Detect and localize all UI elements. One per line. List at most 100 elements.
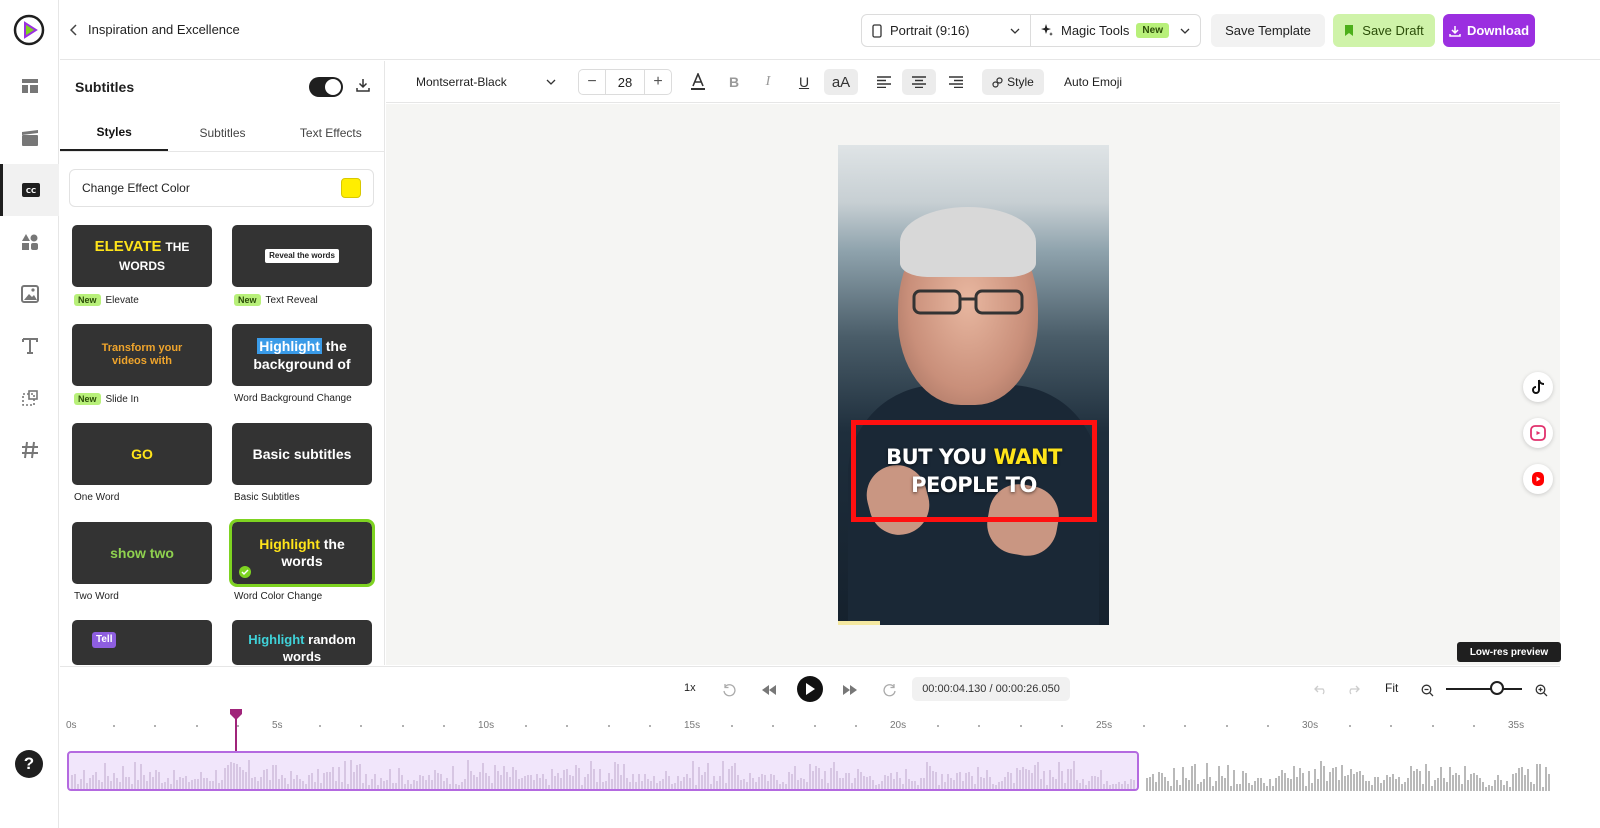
style-button[interactable]: Style bbox=[982, 69, 1044, 95]
zoom-out-icon[interactable] bbox=[1416, 679, 1438, 701]
download-icon[interactable] bbox=[355, 77, 371, 93]
bold-button[interactable]: B bbox=[720, 69, 748, 95]
caption-text[interactable]: BUT YOU WANT PEOPLE TO bbox=[886, 443, 1062, 500]
waveform-bar bbox=[179, 776, 181, 789]
align-left-button[interactable] bbox=[870, 69, 898, 95]
forward-5s-icon[interactable] bbox=[879, 679, 901, 701]
youtube-shorts-icon[interactable] bbox=[1523, 464, 1553, 494]
fit-button[interactable]: Fit bbox=[1385, 681, 1398, 695]
effect-color-swatch[interactable] bbox=[341, 178, 361, 198]
waveform-bar bbox=[578, 768, 580, 789]
aspect-ratio-dropdown[interactable]: Portrait (9:16) bbox=[862, 15, 1031, 46]
waveform-bar bbox=[92, 775, 94, 789]
card-preview-a: Highlight bbox=[248, 632, 305, 647]
magic-tools-dropdown[interactable]: Magic Tools New bbox=[1031, 15, 1200, 46]
tiktok-icon[interactable] bbox=[1523, 372, 1553, 402]
decrease-size-button[interactable]: − bbox=[579, 70, 605, 94]
rail-subtitles-icon[interactable]: CC bbox=[0, 164, 59, 216]
case-toggle-button[interactable]: aA bbox=[824, 69, 858, 95]
tab-text-effects[interactable]: Text Effects bbox=[277, 114, 384, 151]
card-label: Basic Subtitles bbox=[234, 492, 300, 503]
save-draft-button[interactable]: Save Draft bbox=[1333, 14, 1435, 47]
video-preview[interactable]: BUT YOU WANT PEOPLE TO bbox=[838, 145, 1109, 625]
waveform-bar bbox=[1188, 779, 1190, 791]
style-card-one-word[interactable]: GO bbox=[72, 423, 212, 485]
waveform-bar bbox=[272, 765, 274, 789]
undo-icon[interactable] bbox=[1310, 679, 1332, 701]
italic-button[interactable]: I bbox=[754, 69, 782, 95]
tab-styles[interactable]: Styles bbox=[60, 114, 169, 151]
waveform-bar bbox=[515, 769, 517, 789]
waveform-bar bbox=[566, 768, 568, 789]
style-card-two-word[interactable]: show two bbox=[72, 522, 212, 584]
align-center-button[interactable] bbox=[902, 69, 936, 95]
waveform-bar bbox=[965, 772, 967, 789]
style-card-basic[interactable]: Basic subtitles bbox=[232, 423, 372, 485]
playback-speed[interactable]: 1x bbox=[684, 682, 696, 694]
increase-size-button[interactable]: + bbox=[645, 70, 671, 94]
caption-selection-box[interactable]: BUT YOU WANT PEOPLE TO bbox=[851, 420, 1097, 522]
waveform-bar bbox=[341, 782, 343, 789]
waveform-bar bbox=[1392, 773, 1394, 791]
zoom-in-icon[interactable] bbox=[1530, 679, 1552, 701]
waveform-bar bbox=[962, 781, 964, 789]
style-card-text-reveal[interactable]: Reveal the words bbox=[232, 225, 372, 287]
auto-emoji-button[interactable]: Auto Emoji bbox=[1064, 75, 1122, 89]
rail-elements-icon[interactable] bbox=[0, 216, 59, 268]
waveform-bar bbox=[203, 777, 205, 789]
waveform-bar bbox=[539, 777, 541, 789]
rail-media-icon[interactable] bbox=[0, 112, 59, 164]
help-button[interactable]: ? bbox=[15, 750, 43, 778]
rail-transform-icon[interactable] bbox=[0, 372, 59, 424]
rail-hashtag-icon[interactable] bbox=[0, 424, 59, 476]
skip-back-icon[interactable] bbox=[758, 679, 780, 701]
waveform-bar bbox=[920, 777, 922, 789]
bookmark-icon bbox=[1345, 25, 1354, 36]
subtitles-toggle[interactable] bbox=[309, 77, 343, 97]
tick-label: 10s bbox=[478, 720, 495, 731]
waveform-bar bbox=[1311, 783, 1313, 791]
play-button[interactable] bbox=[797, 676, 823, 702]
skip-forward-icon[interactable] bbox=[839, 679, 861, 701]
waveform-bar bbox=[197, 779, 199, 789]
waveform-bar bbox=[1260, 777, 1262, 791]
waveform-bar bbox=[1191, 766, 1193, 791]
style-card-tell[interactable]: Tell bbox=[72, 620, 212, 665]
font-size-value[interactable]: 28 bbox=[605, 70, 645, 94]
waveform-bar bbox=[1494, 779, 1496, 791]
rail-layout-icon[interactable] bbox=[0, 60, 59, 112]
waveform-bar bbox=[803, 778, 805, 789]
style-card-elevate[interactable]: ELEVATE THE WORDS bbox=[72, 225, 212, 287]
waveform-bar bbox=[173, 769, 175, 789]
waveform-bar bbox=[119, 782, 121, 789]
rail-text-icon[interactable] bbox=[0, 320, 59, 372]
back-button[interactable]: Inspiration and Excellence bbox=[70, 22, 240, 37]
rail-images-icon[interactable] bbox=[0, 268, 59, 320]
text-color-button[interactable] bbox=[684, 69, 712, 95]
change-effect-color[interactable]: Change Effect Color bbox=[69, 169, 374, 207]
waveform-bar bbox=[1533, 783, 1535, 791]
redo-icon[interactable] bbox=[1342, 679, 1364, 701]
logo-icon[interactable] bbox=[13, 14, 45, 46]
font-select[interactable]: Montserrat-Black bbox=[406, 69, 566, 95]
download-button[interactable]: Download bbox=[1443, 14, 1535, 47]
style-card-word-background[interactable]: Highlight the background of bbox=[232, 324, 372, 386]
style-card-slide-in[interactable]: Transform your videos with bbox=[72, 324, 212, 386]
style-card-word-color-change[interactable]: Highlight the words bbox=[229, 519, 375, 587]
instagram-reels-icon[interactable] bbox=[1523, 418, 1553, 448]
save-template-button[interactable]: Save Template bbox=[1211, 14, 1325, 47]
waveform-bar bbox=[1049, 770, 1051, 789]
waveform-bar bbox=[1266, 786, 1268, 791]
audio-track-clip[interactable] bbox=[67, 751, 1139, 791]
tab-subtitles[interactable]: Subtitles bbox=[168, 114, 276, 151]
tick-dot bbox=[442, 725, 445, 727]
timeline-ruler[interactable]: 0s 5s 10s 15s 20s 25s 30s 35s bbox=[60, 715, 1560, 735]
style-card-highlight-random[interactable]: Highlight random words bbox=[232, 620, 372, 665]
new-badge: New bbox=[74, 294, 101, 306]
align-right-button[interactable] bbox=[942, 69, 970, 95]
zoom-slider-track[interactable] bbox=[1446, 688, 1522, 690]
zoom-slider-thumb[interactable] bbox=[1490, 681, 1504, 695]
waveform-bar bbox=[641, 781, 643, 789]
underline-button[interactable]: U bbox=[790, 69, 818, 95]
rewind-5s-icon[interactable] bbox=[718, 679, 740, 701]
